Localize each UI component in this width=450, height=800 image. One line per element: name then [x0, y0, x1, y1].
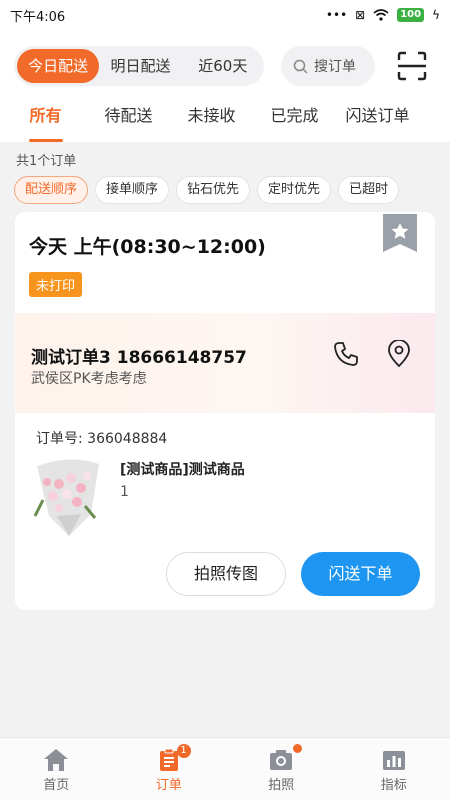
charging-icon: ϟ [432, 8, 440, 22]
more-dots-icon: ••• [325, 8, 348, 22]
search-placeholder: 搜订单 [314, 59, 356, 75]
order-card[interactable]: 今天 上午(08:30~12:00) 未打印 测试订单3 18666148757… [15, 212, 435, 610]
nav-camera[interactable]: 拍照 [225, 738, 338, 800]
customer-name-phone: 测试订单3 18666148757 [31, 348, 247, 368]
search-icon [293, 59, 308, 74]
header: 今日配送 明日配送 近60天 搜订单 所有 待配送 未接收 已完成 闪送订单 [0, 30, 450, 142]
print-status-tag: 未打印 [29, 272, 83, 297]
tab-pending-delivery[interactable]: 待配送 [87, 96, 170, 136]
chart-icon [382, 751, 405, 770]
segment-today[interactable]: 今日配送 [17, 49, 100, 83]
flash-delivery-button[interactable]: 闪送下单 [301, 552, 420, 596]
segment-tomorrow[interactable]: 明日配送 [99, 46, 181, 86]
nav-metrics[interactable]: 指标 [338, 738, 450, 800]
product-thumbnail [33, 459, 99, 536]
tab-all[interactable]: 所有 [4, 96, 87, 142]
customer-info: 测试订单3 18666148757 武侯区PK考虑考虑 [15, 313, 435, 413]
chip-accept-order[interactable]: 接单顺序 [95, 176, 170, 204]
upload-photo-button[interactable]: 拍照传图 [166, 552, 286, 596]
nav-orders-label: 订单 [155, 778, 182, 793]
sort-filter-chips: 配送顺序 接单顺序 钻石优先 定时优先 已超时 [14, 176, 400, 204]
status-time: 下午4:06 [10, 9, 66, 25]
wifi-icon [373, 9, 389, 21]
camera-icon [270, 750, 293, 770]
segment-60-days[interactable]: 近60天 [182, 46, 264, 86]
phone-icon[interactable] [333, 341, 359, 367]
star-bookmark-icon[interactable] [383, 214, 417, 252]
orders-badge: 1 [176, 744, 191, 758]
bottom-nav: 首页 1 订单 拍照 指标 [0, 737, 450, 800]
home-icon [44, 749, 69, 771]
status-bar: 下午4:06 ••• ⊠ 100 ϟ [0, 0, 450, 30]
chip-diamond-first[interactable]: 钻石优先 [176, 176, 251, 204]
nav-orders[interactable]: 1 订单 [113, 738, 226, 800]
product-name: [测试商品]测试商品 [120, 462, 245, 478]
location-icon[interactable] [386, 340, 412, 368]
chip-delivery-order[interactable]: 配送顺序 [14, 176, 89, 204]
search-input[interactable]: 搜订单 [281, 46, 375, 86]
date-segment-control: 今日配送 明日配送 近60天 [14, 46, 264, 86]
chip-scheduled-first[interactable]: 定时优先 [257, 176, 332, 204]
battery-icon: 100 [397, 8, 425, 22]
chip-overdue[interactable]: 已超时 [338, 176, 400, 204]
order-status-tabs: 所有 待配送 未接收 已完成 闪送订单 [0, 92, 450, 142]
tab-completed[interactable]: 已完成 [253, 96, 336, 136]
tab-flash-delivery[interactable]: 闪送订单 [336, 96, 419, 136]
scan-icon[interactable] [396, 50, 428, 82]
customer-address: 武侯区PK考虑考虑 [31, 371, 147, 387]
order-count: 共1个订单 [16, 154, 77, 169]
nav-camera-label: 拍照 [268, 778, 295, 793]
product-quantity: 1 [120, 484, 129, 500]
sim-icon: ⊠ [355, 8, 366, 22]
camera-notification-dot [293, 744, 302, 753]
nav-home-label: 首页 [43, 778, 70, 793]
status-icons: ••• ⊠ 100 ϟ [326, 8, 440, 22]
order-number: 订单号: 366048884 [36, 431, 168, 447]
tab-not-received[interactable]: 未接收 [170, 96, 253, 136]
nav-metrics-label: 指标 [380, 778, 407, 793]
nav-home[interactable]: 首页 [0, 738, 113, 800]
delivery-time-window: 今天 上午(08:30~12:00) [29, 236, 266, 258]
